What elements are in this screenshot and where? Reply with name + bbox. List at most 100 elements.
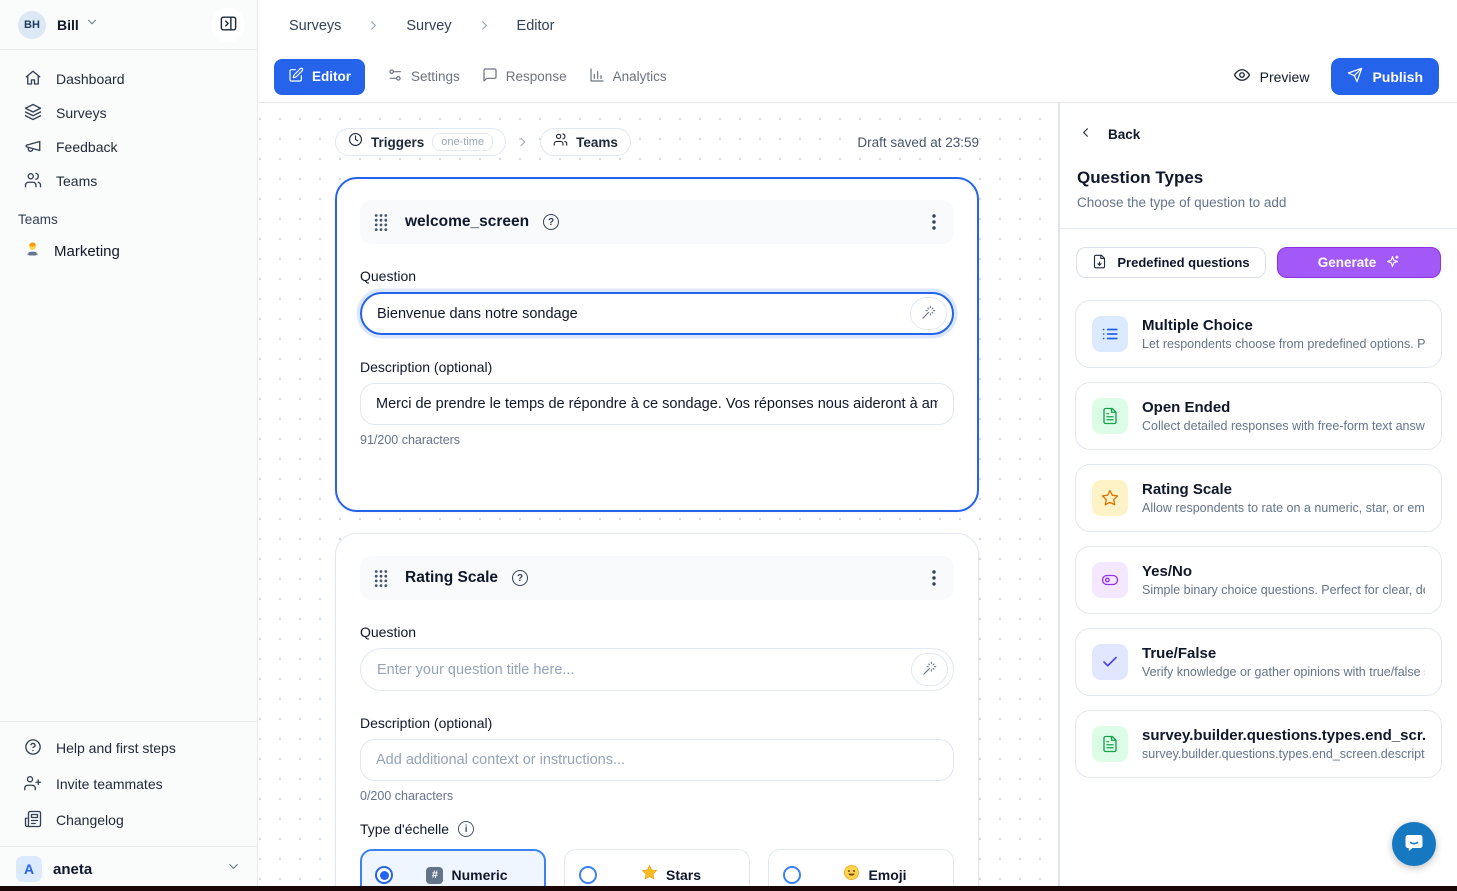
panel-subtitle: Choose the type of question to add	[1077, 195, 1457, 210]
sidebar-collapse-button[interactable]	[211, 8, 245, 42]
sidebar-item-help[interactable]: Help and first steps	[0, 730, 257, 766]
info-icon[interactable]: i	[458, 821, 474, 837]
question-card-rating-scale[interactable]: Rating Scale ? Question Description (opt…	[335, 533, 979, 891]
home-icon	[24, 69, 42, 90]
scale-option-numeric[interactable]: # Numeric	[360, 849, 546, 891]
sidebar-item-label: Invite teammates	[56, 776, 163, 792]
scale-type-options: # Numeric Stars Emoji	[360, 849, 954, 891]
draft-status: Draft saved at 23:59	[857, 135, 979, 150]
publish-button[interactable]: Publish	[1331, 58, 1439, 95]
card-menu-button[interactable]	[928, 210, 940, 234]
scale-option-label: Emoji	[868, 867, 906, 883]
question-title-input[interactable]	[377, 306, 910, 322]
generate-label: Generate	[1318, 255, 1377, 270]
triggers-pill[interactable]: Triggers one-time	[335, 128, 506, 156]
question-input-wrap	[360, 292, 954, 335]
breadcrumb-surveys[interactable]: Surveys	[289, 18, 341, 34]
newspaper-icon	[24, 810, 42, 831]
breadcrumb-survey[interactable]: Survey	[406, 18, 451, 34]
card-menu-button[interactable]	[928, 566, 940, 590]
sidebar-item-teams[interactable]: Teams	[0, 164, 257, 198]
tab-settings[interactable]: Settings	[387, 67, 460, 86]
star-emoji	[641, 864, 658, 886]
tab-label: Response	[506, 69, 567, 84]
sidebar-item-marketing[interactable]: Marketing	[0, 233, 257, 269]
pencil-square-icon	[288, 67, 304, 86]
scale-option-label: Stars	[666, 867, 701, 883]
window-bottom-edge	[0, 886, 1457, 891]
scale-option-emoji[interactable]: Emoji	[768, 849, 954, 891]
sidebar-item-label: Help and first steps	[56, 740, 176, 756]
type-description: Verify knowledge or gather opinions with…	[1142, 665, 1425, 679]
sidebar-item-dashboard[interactable]: Dashboard	[0, 62, 257, 96]
scale-type-text: Type d'échelle	[360, 821, 449, 837]
megaphone-icon	[24, 137, 42, 158]
generate-button[interactable]: Generate	[1277, 247, 1441, 278]
sidebar: BH Bill Dashboard Surveys Feedback Teams…	[0, 0, 258, 891]
sidebar-item-invite[interactable]: Invite teammates	[0, 766, 257, 802]
magic-wand-icon	[921, 305, 936, 323]
file-icon	[1092, 254, 1107, 272]
users-icon	[553, 132, 568, 152]
drag-handle-icon[interactable]	[374, 569, 388, 588]
predefined-questions-button[interactable]: Predefined questions	[1076, 247, 1266, 278]
file-text-icon	[1092, 726, 1128, 762]
breadcrumb: Surveys Survey Editor	[258, 0, 1457, 51]
trigger-type-badge: one-time	[432, 133, 493, 151]
back-label: Back	[1108, 127, 1140, 142]
user-name: aneta	[53, 861, 92, 878]
sidebar-item-feedback[interactable]: Feedback	[0, 130, 257, 164]
question-types-panel: Back Question Types Choose the type of q…	[1058, 103, 1457, 891]
help-circle-icon[interactable]: ?	[543, 214, 559, 230]
type-description: Let respondents choose from predefined o…	[1142, 337, 1425, 351]
ai-rewrite-button[interactable]	[910, 297, 947, 330]
help-circle-icon[interactable]: ?	[512, 570, 528, 586]
sidebar-item-label: Surveys	[56, 105, 107, 121]
question-title-input[interactable]	[377, 662, 911, 678]
scale-option-stars[interactable]: Stars	[564, 849, 750, 891]
type-card-end-screen[interactable]: survey.builder.questions.types.end_scr..…	[1075, 710, 1442, 778]
hash-keycap-emoji: #	[426, 867, 443, 884]
smiley-emoji	[843, 864, 860, 886]
type-card-multiple-choice[interactable]: Multiple Choice Let respondents choose f…	[1075, 300, 1442, 368]
sidebar-item-surveys[interactable]: Surveys	[0, 96, 257, 130]
ai-rewrite-button[interactable]	[911, 653, 948, 686]
question-card-welcome-screen[interactable]: welcome_screen ? Question Description (o…	[335, 177, 979, 512]
preview-label: Preview	[1260, 69, 1310, 85]
scale-option-label: Numeric	[451, 867, 507, 883]
publish-label: Publish	[1372, 69, 1423, 85]
description-input[interactable]	[360, 383, 954, 425]
type-description: Simple binary choice questions. Perfect …	[1142, 583, 1425, 597]
type-card-open-ended[interactable]: Open Ended Collect detailed responses wi…	[1075, 382, 1442, 450]
type-card-true-false[interactable]: True/False Verify knowledge or gather op…	[1075, 628, 1442, 696]
card-header: Rating Scale ?	[360, 556, 954, 600]
breadcrumb-editor[interactable]: Editor	[517, 18, 555, 34]
sparkles-icon	[1385, 254, 1400, 272]
sidebar-item-changelog[interactable]: Changelog	[0, 802, 257, 838]
sidebar-item-label: Dashboard	[56, 71, 125, 87]
type-card-yes-no[interactable]: Yes/No Simple binary choice questions. P…	[1075, 546, 1442, 614]
chevron-down-icon	[85, 15, 99, 34]
description-input[interactable]	[360, 739, 954, 781]
list-icon	[1092, 316, 1128, 352]
type-description: survey.builder.questions.types.end_scree…	[1142, 747, 1425, 761]
type-title: Open Ended	[1142, 399, 1425, 416]
radio-selected-icon	[375, 866, 393, 884]
drag-handle-icon[interactable]	[374, 213, 388, 232]
user-menu[interactable]: A aneta	[0, 846, 257, 891]
type-description: Collect detailed responses with free-for…	[1142, 419, 1425, 433]
tab-analytics[interactable]: Analytics	[589, 67, 667, 86]
back-button[interactable]: Back	[1078, 125, 1140, 143]
teams-pill[interactable]: Teams	[540, 128, 631, 156]
bar-chart-icon	[589, 67, 605, 86]
tab-editor[interactable]: Editor	[274, 59, 365, 95]
send-icon	[1347, 67, 1363, 86]
magic-wand-icon	[922, 661, 937, 679]
workspace-switcher[interactable]: BH Bill	[0, 0, 257, 50]
type-card-rating-scale[interactable]: Rating Scale Allow respondents to rate o…	[1075, 464, 1442, 532]
type-title: survey.builder.questions.types.end_scr..…	[1142, 727, 1425, 744]
tab-response[interactable]: Response	[482, 67, 567, 86]
flow-steps: Triggers one-time Teams Draft saved at 2…	[335, 128, 979, 156]
chat-launcher-button[interactable]	[1392, 822, 1436, 866]
preview-button[interactable]: Preview	[1233, 66, 1310, 87]
